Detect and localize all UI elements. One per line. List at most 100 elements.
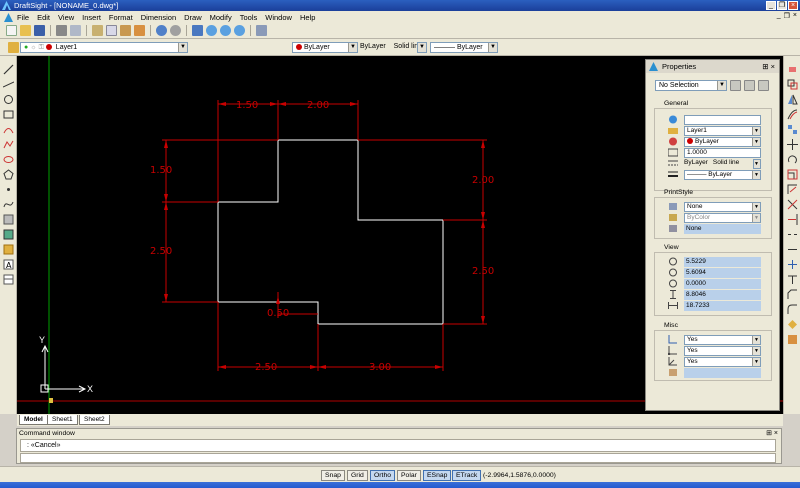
color-property-select[interactable]: ByLayer ▼ [684, 137, 761, 147]
offset-icon[interactable] [787, 109, 798, 120]
hatch-icon[interactable] [3, 214, 14, 225]
command-window-close-icon[interactable]: ⊞ × [766, 429, 778, 437]
scale-entity-icon[interactable] [787, 169, 798, 180]
mirror-icon[interactable] [787, 94, 798, 105]
menu-edit[interactable]: Edit [37, 13, 50, 22]
new-icon[interactable] [6, 25, 17, 36]
tab-sheet2[interactable]: Sheet2 [79, 415, 110, 425]
tab-sheet1[interactable]: Sheet1 [47, 415, 78, 425]
extend-icon[interactable] [787, 214, 798, 225]
doc-close-button[interactable]: × [793, 12, 797, 20]
select-objects-icon[interactable] [730, 80, 741, 91]
point-icon[interactable] [3, 184, 14, 195]
linetype-dropdown-arrow[interactable]: ▼ [417, 42, 427, 53]
doc-restore-button[interactable]: ❐ [784, 12, 790, 20]
print-style-select[interactable]: None ▼ [684, 202, 761, 212]
polar-toggle[interactable]: Polar [397, 470, 421, 481]
region-icon[interactable] [3, 229, 14, 240]
general-field[interactable] [684, 115, 761, 125]
selection-select[interactable]: No Selection ▼ [655, 80, 727, 91]
copy-entity-icon[interactable] [787, 79, 798, 90]
ucs-icon-on-select[interactable]: Yes ▼ [684, 335, 761, 345]
undo-icon[interactable] [156, 25, 167, 36]
menu-tools[interactable]: Tools [240, 13, 258, 22]
menu-file[interactable]: File [17, 13, 29, 22]
print-preview-icon[interactable] [70, 25, 81, 36]
polygon-icon[interactable] [3, 169, 14, 180]
menu-dimension[interactable]: Dimension [141, 13, 176, 22]
menu-modify[interactable]: Modify [210, 13, 232, 22]
doc-minimize-button[interactable]: _ [777, 12, 781, 20]
linetype-property-arrow[interactable]: ▼ [753, 159, 761, 169]
view-center-y[interactable]: 5.6094 [684, 268, 761, 278]
cut-icon[interactable] [92, 25, 103, 36]
print-icon[interactable] [56, 25, 67, 36]
pattern-icon[interactable] [787, 124, 798, 135]
line-icon[interactable] [3, 64, 14, 75]
panel-pin-icon[interactable]: ⊞ × [762, 60, 775, 73]
snap-toggle[interactable]: Snap [321, 470, 345, 481]
align-icon[interactable] [787, 259, 798, 270]
tab-model[interactable]: Model [19, 415, 48, 425]
ucs-name-value[interactable] [684, 368, 761, 378]
arc-icon[interactable] [3, 124, 14, 135]
menu-draw[interactable]: Draw [184, 13, 202, 22]
pan-icon[interactable] [192, 25, 203, 36]
trim-icon[interactable] [787, 199, 798, 210]
text-icon[interactable]: A [3, 259, 14, 270]
rotate-icon[interactable] [787, 154, 798, 165]
grid-toggle[interactable]: Grid [347, 470, 368, 481]
chamfer-icon[interactable] [787, 289, 798, 300]
part-outline[interactable] [217, 139, 444, 325]
erase-icon[interactable] [787, 64, 798, 75]
edit-hatch-icon[interactable] [787, 334, 798, 345]
zoom-window-icon[interactable] [234, 25, 245, 36]
linetype-property[interactable]: ByLayer Solid line [684, 159, 739, 166]
layer-manager-icon[interactable] [8, 42, 19, 53]
zoom-out-icon[interactable] [220, 25, 231, 36]
copy-icon[interactable] [106, 25, 117, 36]
view-center-z[interactable]: 0.0000 [684, 279, 761, 289]
minimize-button[interactable]: _ [766, 1, 776, 10]
command-input[interactable] [20, 453, 776, 463]
menu-insert[interactable]: Insert [82, 13, 101, 22]
print-table-value[interactable]: None [684, 224, 761, 234]
polyline-icon[interactable] [3, 139, 14, 150]
esnap-toggle[interactable]: ESnap [423, 470, 452, 481]
layer-property-select[interactable]: Layer1 ▼ [684, 126, 761, 136]
match-properties-icon[interactable] [134, 25, 145, 36]
lineweight-property-select[interactable]: ——— ByLayer ▼ [684, 170, 761, 180]
menu-window[interactable]: Window [265, 13, 292, 22]
layer-select[interactable]: ● ☼ ⚿ Layer1 ▼ [20, 42, 188, 53]
close-button[interactable]: × [788, 1, 798, 10]
zoom-in-icon[interactable] [206, 25, 217, 36]
lineweight-select[interactable]: ——— ByLayer ▼ [430, 42, 498, 53]
circle-icon[interactable] [3, 94, 14, 105]
toggle-pickadd-icon[interactable] [758, 80, 769, 91]
paste-icon[interactable] [120, 25, 131, 36]
ucs-per-viewport-select[interactable]: Yes ▼ [684, 357, 761, 367]
stretch-icon[interactable] [787, 184, 798, 195]
etrack-toggle[interactable]: ETrack [452, 470, 482, 481]
color-select[interactable]: ByLayer ▼ [292, 42, 358, 53]
spline-icon[interactable] [3, 199, 14, 210]
lengthen-icon[interactable] [787, 274, 798, 285]
rectangle-icon[interactable] [3, 109, 14, 120]
break-icon[interactable] [787, 229, 798, 240]
join-icon[interactable] [787, 244, 798, 255]
move-icon[interactable] [787, 139, 798, 150]
infinite-line-icon[interactable] [3, 79, 14, 90]
grid-snap-icon[interactable] [256, 25, 267, 36]
view-height[interactable]: 8.8046 [684, 290, 761, 300]
open-icon[interactable] [20, 25, 31, 36]
restore-button[interactable]: ❐ [777, 1, 787, 10]
table-icon[interactable] [3, 274, 14, 285]
view-center-x[interactable]: 5.5229 [684, 257, 761, 267]
save-icon[interactable] [34, 25, 45, 36]
view-width[interactable]: 18.7233 [684, 301, 761, 311]
ucs-at-origin-select[interactable]: Yes ▼ [684, 346, 761, 356]
fillet-icon[interactable] [787, 304, 798, 315]
ellipse-icon[interactable] [3, 154, 14, 165]
menu-view[interactable]: View [58, 13, 74, 22]
quick-select-icon[interactable] [744, 80, 755, 91]
